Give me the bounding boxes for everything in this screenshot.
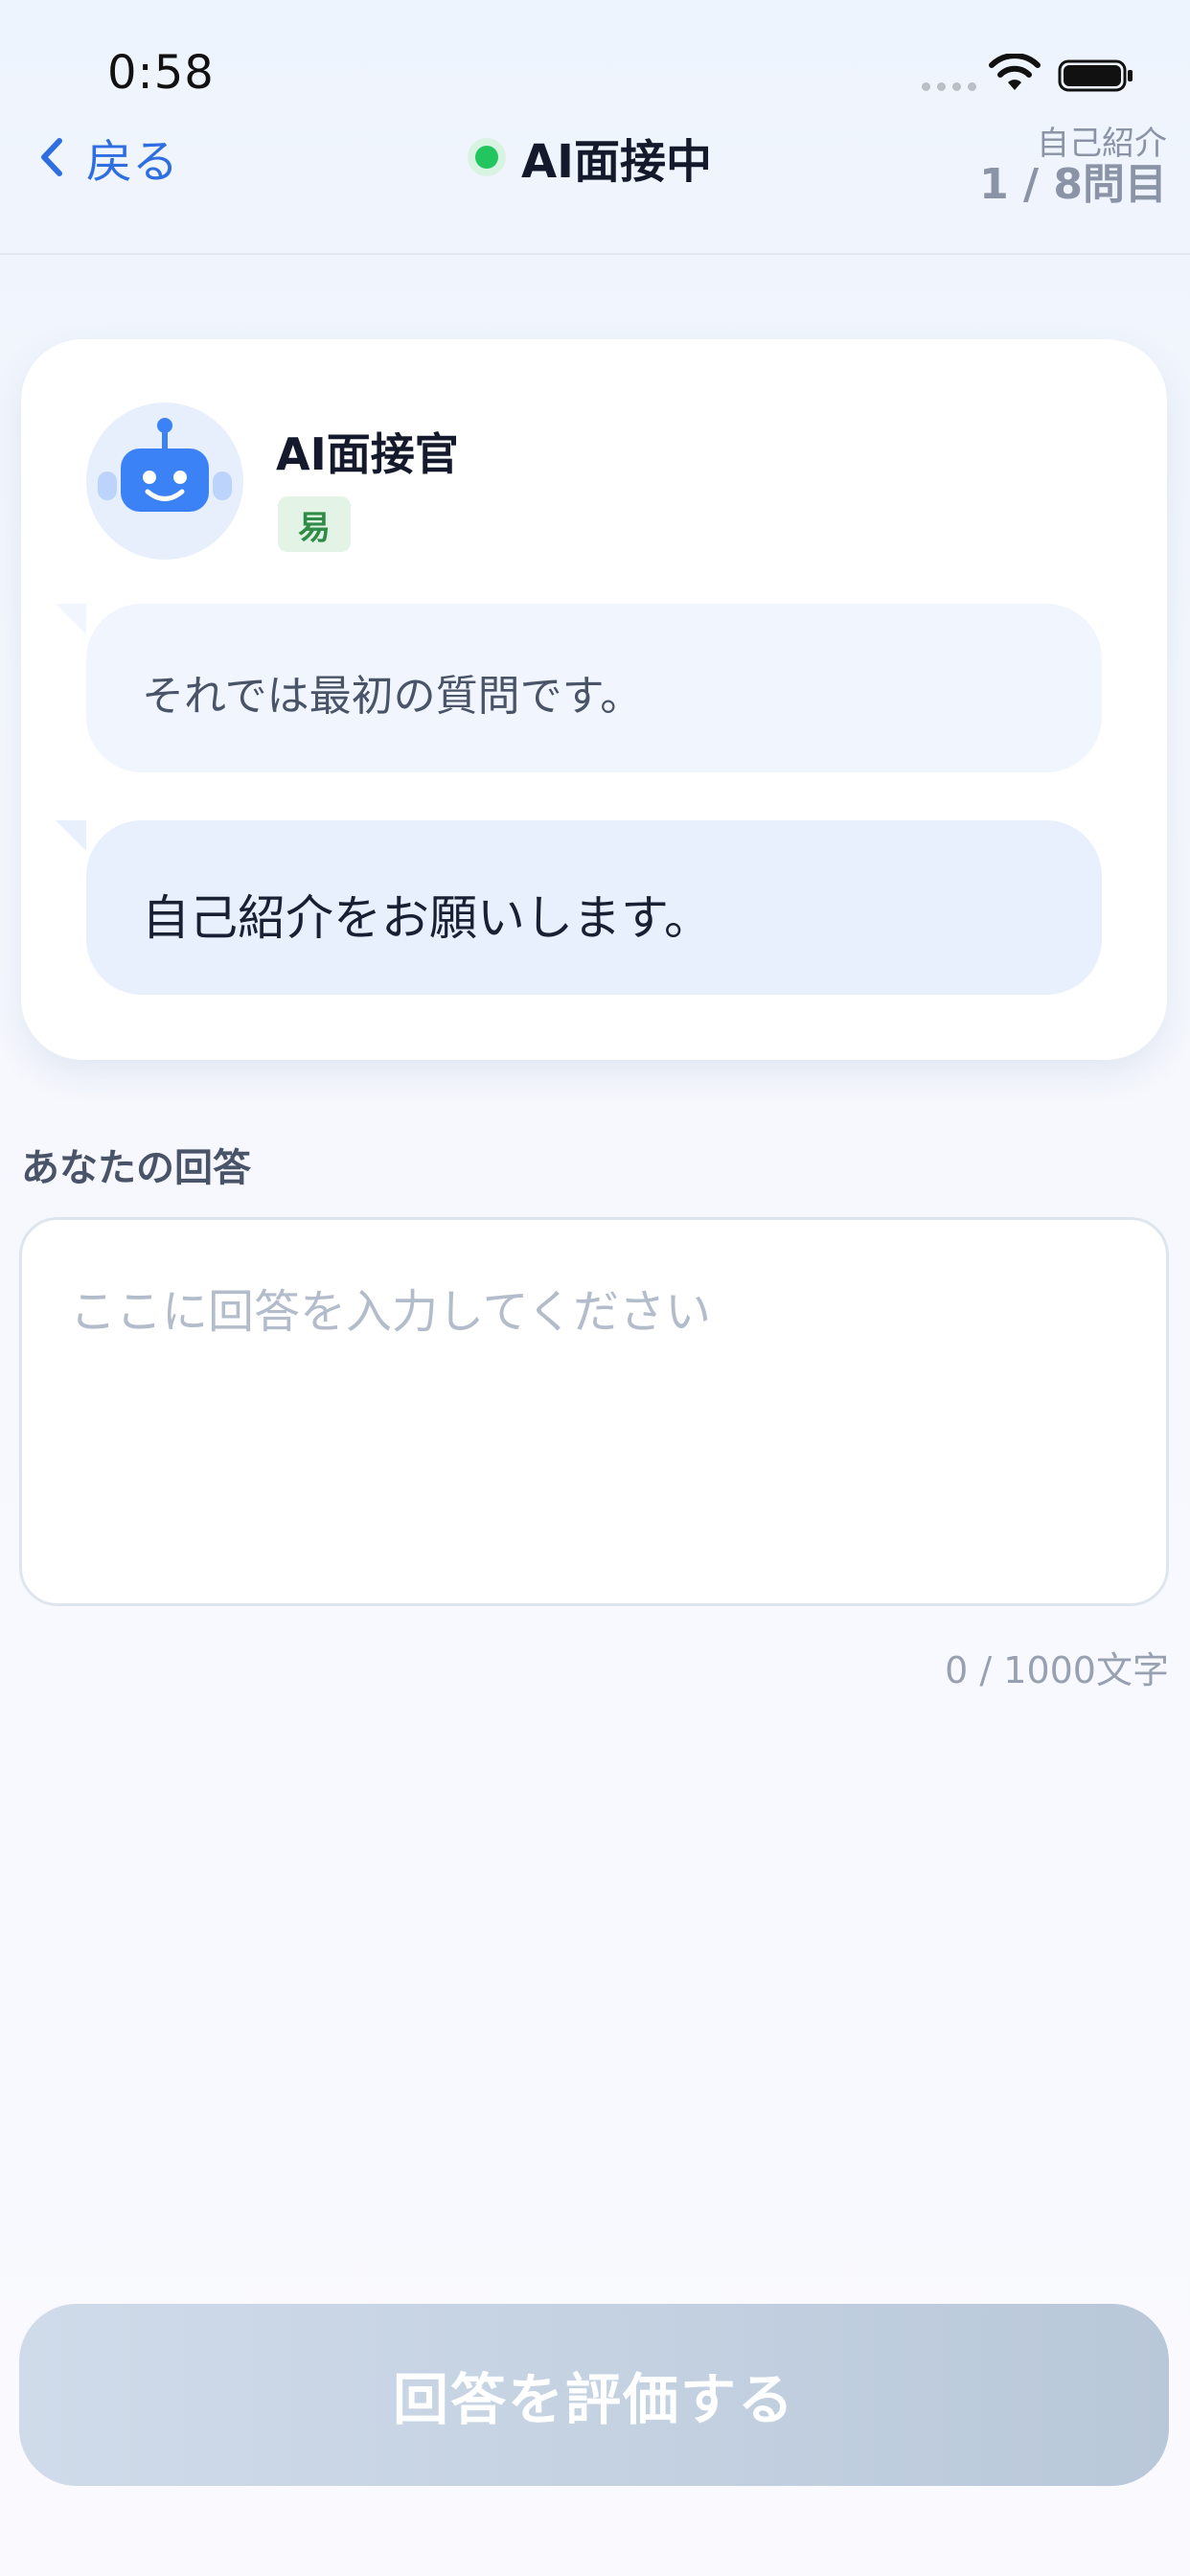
battery-icon xyxy=(1058,59,1133,92)
question-progress: 1 / 8問目 xyxy=(979,160,1167,209)
answer-label: あなたの回答 xyxy=(21,1146,251,1190)
wifi-icon xyxy=(989,54,1041,90)
question-text: 自己紹介をお願いします。 xyxy=(142,890,712,946)
message-bubble: それでは最初の質問です。 xyxy=(56,604,1102,772)
interviewer-name: AI面接官 xyxy=(276,428,459,480)
question-card: AI面接官 易 それでは最初の質問です。 自己紹介をお願いします。 xyxy=(21,339,1167,1060)
back-button[interactable]: 戻る xyxy=(34,128,178,189)
question-bubble: 自己紹介をお願いします。 xyxy=(56,820,1102,995)
status-time: 0:58 xyxy=(107,46,215,100)
chevron-left-icon xyxy=(41,138,62,176)
difficulty-badge: 易 xyxy=(278,496,351,552)
message-text: それでは最初の質問です。 xyxy=(142,672,643,721)
character-count: 0 / 1000文字 xyxy=(945,1649,1169,1691)
navigation-bar: 戻る AI面接中 自己紹介 1 / 8問目 xyxy=(0,115,1190,255)
evaluate-answer-button[interactable]: 回答を評価する xyxy=(19,2304,1169,2486)
live-status-icon xyxy=(468,138,506,176)
back-label: 戻る xyxy=(86,135,179,189)
robot-icon xyxy=(86,402,243,560)
page-title: AI面接中 xyxy=(521,135,713,189)
status-bar: 0:58 xyxy=(0,0,1190,115)
cellular-signal-icon xyxy=(922,82,976,91)
answer-input[interactable] xyxy=(19,1217,1169,1606)
nav-title: AI面接中 xyxy=(468,128,712,189)
